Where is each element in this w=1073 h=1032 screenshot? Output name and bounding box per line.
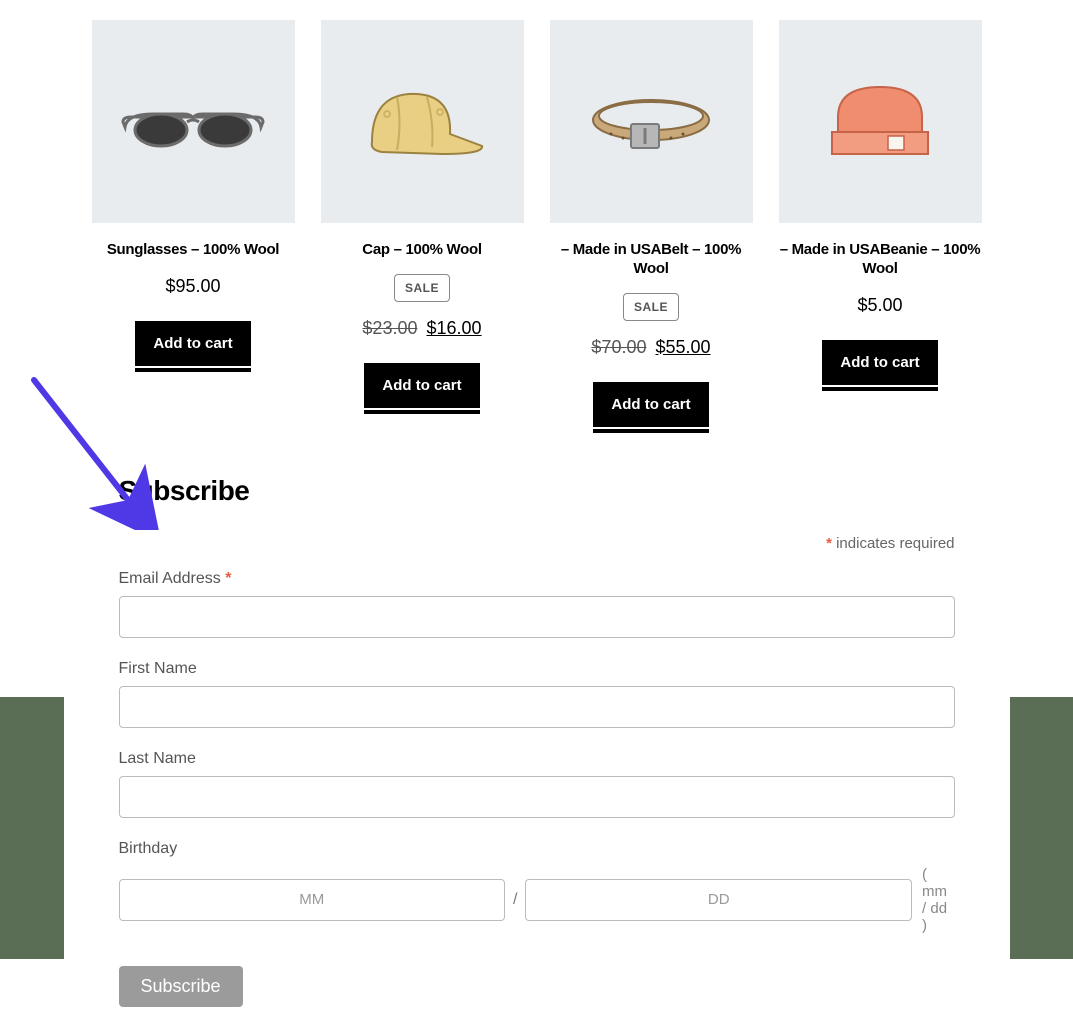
birthday-label: Birthday <box>119 840 955 858</box>
product-image <box>321 20 524 223</box>
sunglasses-icon <box>113 72 273 172</box>
last-name-input[interactable] <box>119 776 955 818</box>
birthday-month-input[interactable] <box>119 879 506 921</box>
first-name-field-group: First Name <box>119 660 955 728</box>
first-name-label: First Name <box>119 660 955 678</box>
birthday-separator: / <box>513 891 517 909</box>
cap-icon <box>342 72 502 172</box>
asterisk-icon: * <box>826 535 832 552</box>
product-price: $95.00 <box>92 276 295 297</box>
product-image <box>92 20 295 223</box>
product-price: $5.00 <box>779 295 982 316</box>
sale-badge: SALE <box>394 274 450 302</box>
asterisk-icon: * <box>225 570 231 587</box>
birthday-hint: ( mm / dd ) <box>922 866 954 934</box>
last-name-field-group: Last Name <box>119 750 955 818</box>
belt-icon <box>571 72 731 172</box>
email-field-group: Email Address * <box>119 570 955 638</box>
product-title: – Made in USABelt – 100% Wool <box>550 241 753 279</box>
last-name-label: Last Name <box>119 750 955 768</box>
product-title: Cap – 100% Wool <box>321 241 524 260</box>
product-card: Sunglasses – 100% Wool $95.00 Add to car… <box>92 20 295 427</box>
price-value: $95.00 <box>165 276 220 296</box>
product-grid: Sunglasses – 100% Wool $95.00 Add to car… <box>64 20 1010 427</box>
product-title: – Made in USABeanie – 100% Wool <box>779 241 982 279</box>
product-image <box>550 20 753 223</box>
subscribe-button[interactable]: Subscribe <box>119 966 243 1007</box>
email-input[interactable] <box>119 596 955 638</box>
email-label-text: Email Address <box>119 570 221 587</box>
product-card: Cap – 100% Wool SALE $23.00 $16.00 Add t… <box>321 20 524 427</box>
price-old: $23.00 <box>362 318 417 338</box>
product-image <box>779 20 982 223</box>
product-card: – Made in USABeanie – 100% Wool $5.00 Ad… <box>779 20 982 427</box>
product-title: Sunglasses – 100% Wool <box>92 241 295 260</box>
required-note: * indicates required <box>119 535 955 552</box>
price-old: $70.00 <box>591 337 646 357</box>
price-value: $5.00 <box>857 295 902 315</box>
first-name-input[interactable] <box>119 686 955 728</box>
sale-badge: SALE <box>623 293 679 321</box>
add-to-cart-button[interactable]: Add to cart <box>364 363 479 408</box>
page-content-card: Sunglasses – 100% Wool $95.00 Add to car… <box>64 0 1010 1032</box>
product-price: $23.00 $16.00 <box>321 318 524 339</box>
add-to-cart-button[interactable]: Add to cart <box>822 340 937 385</box>
price-new: $16.00 <box>427 318 482 338</box>
product-card: – Made in USABelt – 100% Wool SALE $70.0… <box>550 20 753 427</box>
subscribe-section: Subscribe * indicates required Email Add… <box>64 475 1010 1007</box>
add-to-cart-button[interactable]: Add to cart <box>593 382 708 427</box>
price-new: $55.00 <box>656 337 711 357</box>
subscribe-heading: Subscribe <box>119 475 955 507</box>
add-to-cart-button[interactable]: Add to cart <box>135 321 250 366</box>
product-price: $70.00 $55.00 <box>550 337 753 358</box>
birthday-field-group: Birthday / ( mm / dd ) <box>119 840 955 934</box>
beanie-icon <box>800 72 960 172</box>
birthday-day-input[interactable] <box>525 879 912 921</box>
email-label: Email Address * <box>119 570 955 588</box>
required-note-text: indicates required <box>836 535 954 552</box>
